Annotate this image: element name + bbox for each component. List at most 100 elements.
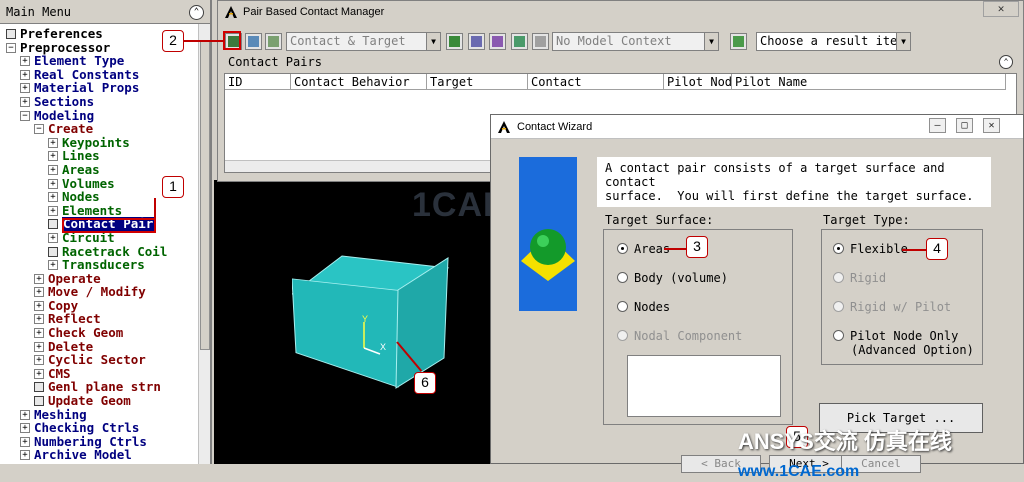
expand-plus-icon[interactable]: +	[20, 83, 30, 94]
menu-item-material-props[interactable]: + Material Props	[6, 81, 202, 95]
highlight-contact-pair	[62, 218, 156, 233]
document-icon[interactable]	[6, 29, 16, 39]
grid-icon[interactable]	[532, 33, 549, 50]
document-icon[interactable]	[34, 396, 44, 407]
menu-item-keypoints[interactable]: + Keypoints	[6, 136, 202, 150]
properties-icon[interactable]	[511, 33, 528, 50]
menu-item-areas[interactable]: + Areas	[6, 163, 202, 177]
expand-plus-icon[interactable]: +	[34, 368, 44, 379]
menu-item-copy[interactable]: + Copy	[6, 299, 202, 313]
menu-item-sections[interactable]: + Sections	[6, 95, 202, 109]
document-icon[interactable]	[48, 219, 58, 230]
expand-plus-icon[interactable]: +	[34, 287, 44, 298]
menu-item-transducers[interactable]: + Transducers	[6, 258, 202, 272]
menu-item-meshing[interactable]: + Meshing	[6, 408, 202, 422]
radio-rigid[interactable]: Rigid	[833, 271, 886, 285]
maximize-icon[interactable]: □	[956, 118, 973, 133]
expand-plus-icon[interactable]: +	[48, 164, 58, 175]
expand-plus-icon[interactable]: +	[20, 436, 30, 447]
graphics-window[interactable]: 1CAE.COM Y X	[214, 180, 598, 464]
column-header[interactable]: Contact Behavior	[291, 74, 427, 90]
menu-item-create[interactable]: − Create	[6, 122, 202, 136]
menu-item-cms[interactable]: + CMS	[6, 367, 202, 381]
close-icon[interactable]: ✕	[983, 1, 1019, 17]
menu-item-numbering-ctrls[interactable]: + Numbering Ctrls	[6, 435, 202, 449]
collapse-up-icon[interactable]: ⌃	[999, 55, 1013, 69]
expand-plus-icon[interactable]: +	[20, 423, 30, 434]
menu-item-label: Delete	[48, 338, 94, 354]
expand-plus-icon[interactable]: +	[20, 96, 30, 107]
document-icon[interactable]	[48, 246, 58, 257]
wizard-title: Contact Wizard	[517, 120, 593, 133]
menu-item-delete[interactable]: + Delete	[6, 340, 202, 354]
radio-body-volume[interactable]: Body (volume)	[617, 271, 728, 285]
menu-item-cyclic-sector[interactable]: + Cyclic Sector	[6, 353, 202, 367]
cube-model[interactable]: Y X	[292, 210, 452, 390]
menu-scrollbar[interactable]	[198, 24, 210, 464]
minimize-icon[interactable]: –	[929, 118, 946, 133]
menu-item-genl-plane-strn[interactable]: Genl plane strn	[6, 380, 202, 394]
radio-flexible[interactable]: Flexible	[833, 242, 908, 256]
column-header[interactable]: ID	[225, 74, 291, 90]
close-icon[interactable]: ✕	[983, 118, 1000, 133]
radio-pilot-node-only[interactable]: Pilot Node Only	[833, 329, 958, 343]
menu-item-element-type[interactable]: + Element Type	[6, 54, 202, 68]
expand-plus-icon[interactable]: +	[48, 137, 58, 148]
collapse-up-icon[interactable]: ⌃	[189, 5, 204, 20]
result-item-select[interactable]: Choose a result item ▼	[756, 32, 911, 51]
expand-plus-icon[interactable]: +	[34, 341, 44, 352]
radio-nodes[interactable]: Nodes	[617, 300, 670, 314]
menu-item-update-geom[interactable]: Update Geom	[6, 394, 202, 408]
expand-plus-icon[interactable]: +	[34, 328, 44, 339]
plot-icon[interactable]	[468, 33, 485, 50]
expand-plus-icon[interactable]: +	[34, 273, 44, 284]
radio-rigid-pilot[interactable]: Rigid w/ Pilot	[833, 300, 951, 314]
delete-pair-icon[interactable]	[265, 33, 282, 50]
radio-areas[interactable]: Areas	[617, 242, 670, 256]
expand-plus-icon[interactable]: +	[48, 205, 58, 216]
menu-item-move-modify[interactable]: + Move / Modify	[6, 285, 202, 299]
menu-item-elements[interactable]: + Elements	[6, 204, 202, 218]
expand-plus-icon[interactable]: +	[34, 314, 44, 325]
column-header[interactable]: Target	[427, 74, 528, 90]
menu-scroll-thumb[interactable]	[200, 40, 210, 350]
menu-item-label: Keypoints	[62, 134, 130, 150]
expand-plus-icon[interactable]: +	[34, 300, 44, 311]
model-context-select-value: No Model Context	[556, 34, 672, 48]
expand-plus-icon[interactable]: +	[48, 192, 58, 203]
menu-item-lines[interactable]: + Lines	[6, 149, 202, 163]
menu-item-operate[interactable]: + Operate	[6, 272, 202, 286]
list-icon[interactable]	[446, 33, 463, 50]
column-header[interactable]: Pilot Node	[664, 74, 732, 90]
menu-item-modeling[interactable]: − Modeling	[6, 107, 202, 123]
results-icon[interactable]	[730, 33, 747, 50]
model-context-select[interactable]: No Model Context ▼	[552, 32, 719, 51]
radio-nodal-component[interactable]: Nodal Component	[617, 329, 742, 343]
expand-plus-icon[interactable]: +	[20, 450, 30, 461]
menu-item-reflect[interactable]: + Reflect	[6, 312, 202, 326]
column-header[interactable]: Pilot Name	[732, 74, 1006, 90]
expand-plus-icon[interactable]: +	[34, 355, 44, 366]
contact-target-select[interactable]: Contact & Target ▼	[286, 32, 441, 51]
expand-plus-icon[interactable]: +	[48, 260, 58, 271]
expand-plus-icon[interactable]: +	[20, 56, 30, 67]
menu-item-checking-ctrls[interactable]: + Checking Ctrls	[6, 421, 202, 435]
column-header[interactable]: Contact	[528, 74, 664, 90]
collapse-minus-icon[interactable]: −	[34, 124, 44, 135]
collapse-minus-icon[interactable]: −	[20, 110, 30, 121]
menu-item-label: Modeling	[34, 107, 95, 123]
check-icon[interactable]	[489, 33, 506, 50]
expand-plus-icon[interactable]: +	[48, 151, 58, 162]
menu-item-archive-model[interactable]: + Archive Model	[6, 448, 202, 462]
document-icon[interactable]	[34, 382, 44, 393]
edit-pair-icon[interactable]	[245, 33, 262, 50]
expand-plus-icon[interactable]: +	[48, 232, 58, 243]
expand-plus-icon[interactable]: +	[20, 69, 30, 80]
collapse-minus-icon[interactable]: −	[6, 42, 16, 53]
menu-item-racetrack-coil[interactable]: Racetrack Coil	[6, 244, 202, 259]
menu-item-real-constants[interactable]: + Real Constants	[6, 68, 202, 82]
menu-item-check-geom[interactable]: + Check Geom	[6, 326, 202, 340]
component-listbox[interactable]	[627, 355, 781, 417]
expand-plus-icon[interactable]: +	[48, 178, 58, 189]
expand-plus-icon[interactable]: +	[20, 409, 30, 420]
